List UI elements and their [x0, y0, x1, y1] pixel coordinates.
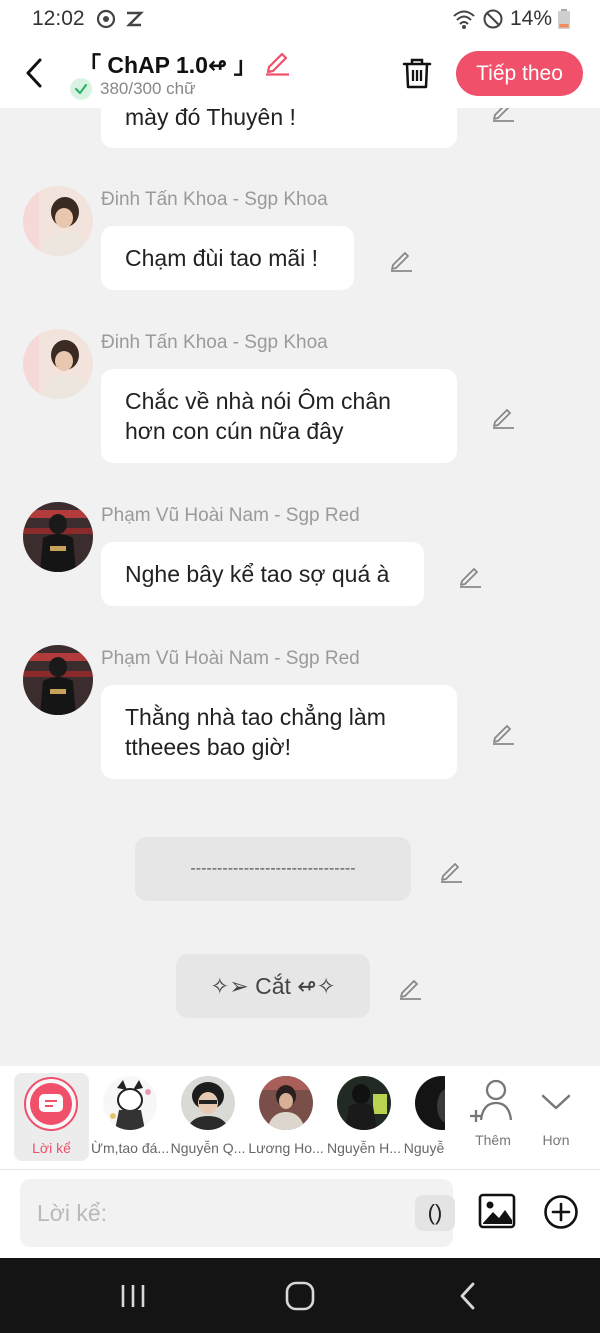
message-text-line: ttheees bao giờ! [125, 734, 291, 760]
status-time: 12:02 [32, 7, 85, 30]
character-label: Lời kể [32, 1140, 71, 1156]
add-character-button[interactable]: Thêm [463, 1076, 523, 1156]
character-item[interactable]: Nguyễn Q... [169, 1066, 247, 1166]
delete-button[interactable] [400, 56, 434, 90]
add-person-icon [470, 1079, 513, 1122]
composer: () [0, 1170, 600, 1258]
character-item[interactable]: Lương Ho... [247, 1066, 325, 1166]
message-text-line: Thằng nhà tao chẳng làm [125, 704, 386, 730]
chapter-title[interactable]: 「 ChAP 1.0↫ 」 [78, 46, 257, 80]
avatar[interactable] [23, 186, 93, 256]
message-bubble[interactable]: mày đó Thuyên ! [101, 108, 457, 148]
word-count-text: 380/300 chữ [100, 79, 196, 98]
edit-title-pencil-icon[interactable] [262, 46, 292, 76]
message-bubble[interactable]: Nghe bây kể tao sợ quá à [101, 542, 424, 606]
add-circle-icon[interactable] [543, 1194, 579, 1230]
narration-bubble[interactable]: ------------------------------- [135, 837, 411, 901]
status-bar: 12:02 14% [0, 0, 600, 38]
edit-pencil-icon[interactable] [490, 403, 516, 429]
character-item[interactable]: Ừm,tao đá... [91, 1066, 169, 1166]
sender-name: Phạm Vũ Hoài Nam - Sgp Red [101, 505, 360, 526]
home-icon[interactable] [283, 1279, 317, 1313]
message-bubble[interactable]: Thằng nhà tao chẳng làm ttheees bao giờ! [101, 685, 457, 779]
character-label: Nguyễ [403, 1140, 445, 1156]
avatar[interactable] [23, 502, 93, 572]
character-label: Lương Ho... [248, 1140, 324, 1156]
edit-pencil-icon[interactable] [388, 246, 414, 272]
battery-percent: 14% [509, 7, 552, 30]
next-button[interactable]: Tiếp theo [456, 51, 583, 96]
edit-pencil-icon[interactable] [457, 562, 483, 588]
editor-header: 「 ChAP 1.0↫ 」 380/300 chữ Tiếp theo [0, 38, 600, 108]
recent-apps-icon[interactable] [116, 1279, 150, 1313]
edit-pencil-icon[interactable] [397, 974, 423, 1000]
character-label: Nguyễn H... [327, 1140, 401, 1156]
narration-icon [39, 1094, 63, 1112]
tool-label: Thêm [475, 1132, 511, 1148]
sync-icon [96, 9, 115, 29]
chat-area[interactable]: mày đó Thuyên ! Đinh Tấn Khoa - Sgp Khoa… [0, 108, 600, 1066]
more-options-button[interactable]: Hơn [526, 1076, 586, 1156]
character-bar: Lời kể Ừm,tao đá... Nguyễn Q... Lương Ho… [0, 1066, 600, 1170]
back-button[interactable] [18, 54, 52, 92]
character-avatar [337, 1076, 391, 1130]
narration-input[interactable] [20, 1179, 390, 1247]
image-icon[interactable] [478, 1192, 516, 1230]
message-bubble[interactable]: Chạm đùi tao mãi ! [101, 226, 354, 290]
narration-text: ✧➢ Cắt ↫✧ [210, 973, 336, 999]
sender-name: Đinh Tấn Khoa - Sgp Khoa [101, 332, 328, 353]
message-bubble[interactable]: Chắc về nhà nói Ôm chân hơn con cún nữa … [101, 369, 457, 463]
word-count: 380/300 chữ [70, 78, 196, 100]
edit-pencil-icon[interactable] [490, 719, 516, 745]
back-nav-icon[interactable] [452, 1279, 486, 1313]
character-item[interactable]: Nguyễ [403, 1066, 445, 1166]
chevron-down-icon [541, 1094, 571, 1110]
no-sim-icon [125, 11, 144, 27]
character-label: Ừm,tao đá... [91, 1140, 169, 1156]
avatar[interactable] [23, 329, 93, 399]
check-icon [70, 78, 92, 100]
message-text-line: hơn con cún nữa đây [125, 418, 344, 444]
character-avatar [103, 1076, 157, 1130]
message-text: Nghe bây kể tao sợ quá à [125, 561, 390, 587]
character-item[interactable]: Nguyễn H... [325, 1066, 403, 1166]
parenthesis-button[interactable]: () [415, 1195, 455, 1231]
narration-text: ------------------------------- [190, 860, 356, 877]
composer-box: () [20, 1179, 455, 1247]
avatar[interactable] [23, 645, 93, 715]
character-avatar [415, 1076, 445, 1130]
character-label: Nguyễn Q... [170, 1140, 246, 1156]
sender-name: Phạm Vũ Hoài Nam - Sgp Red [101, 648, 360, 669]
narrator-selector[interactable]: Lời kể [14, 1073, 89, 1161]
character-avatar [259, 1076, 313, 1130]
do-not-disturb-icon [483, 9, 503, 29]
character-avatar [181, 1076, 235, 1130]
message-text: Chạm đùi tao mãi ! [125, 245, 319, 271]
message-text-line: Chắc về nhà nói Ôm chân [125, 388, 391, 414]
sender-name: Đinh Tấn Khoa - Sgp Khoa [101, 189, 328, 210]
wifi-icon [453, 10, 475, 29]
edit-pencil-icon[interactable] [490, 108, 516, 122]
narration-bubble[interactable]: ✧➢ Cắt ↫✧ [176, 954, 370, 1018]
system-navigation-bar [0, 1258, 600, 1333]
message-text: mày đó Thuyên ! [125, 108, 296, 130]
tool-label: Hơn [542, 1132, 570, 1148]
edit-pencil-icon[interactable] [438, 857, 464, 883]
battery-icon [558, 9, 570, 29]
